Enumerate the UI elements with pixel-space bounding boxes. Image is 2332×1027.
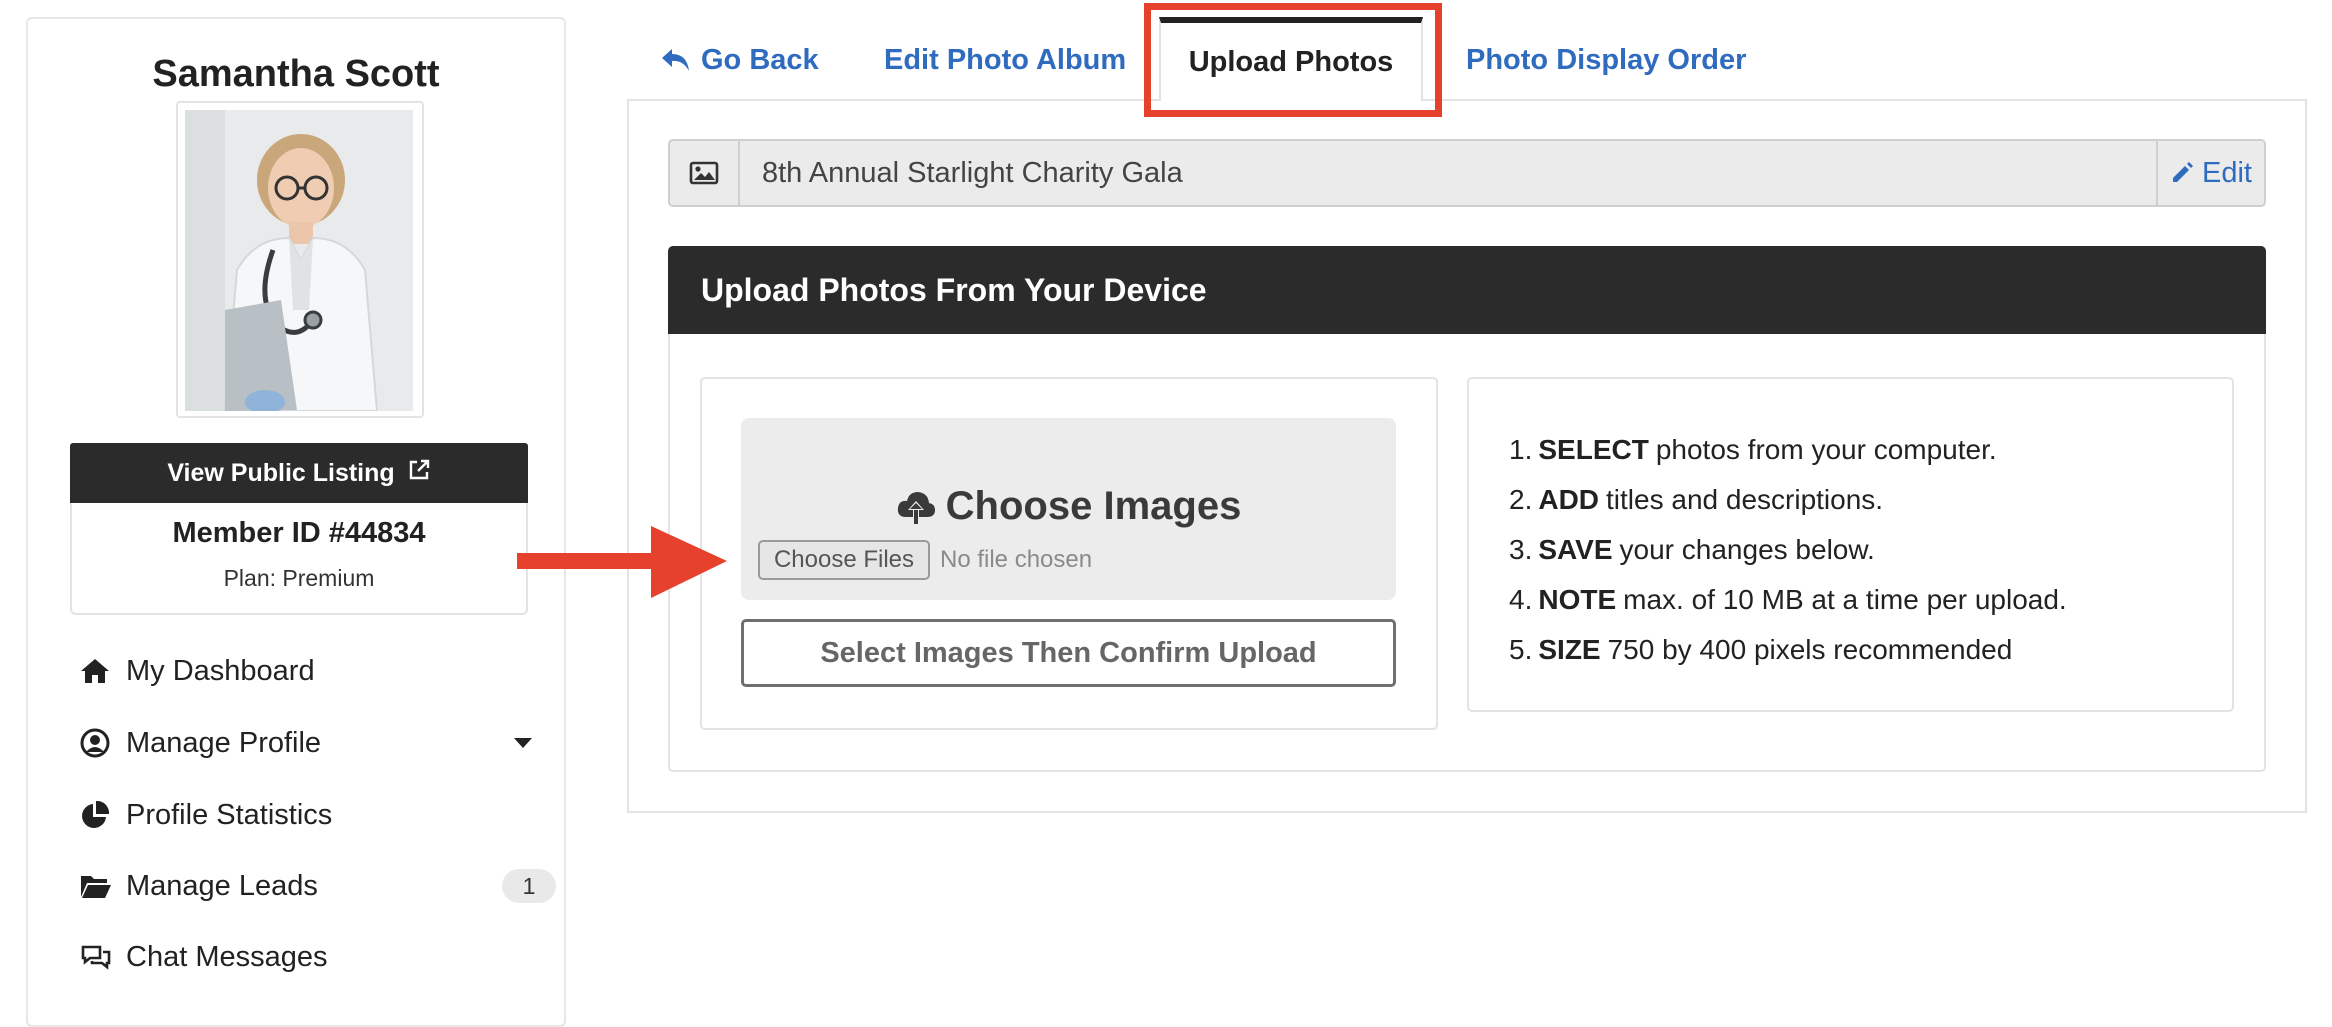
album-title: 8th Annual Starlight Charity Gala bbox=[762, 156, 1183, 189]
sidebar-item-label: Chat Messages bbox=[126, 940, 328, 973]
member-sidebar: Samantha Scott View Public Listing Membe… bbox=[26, 17, 566, 1027]
sidebar-item-manage-leads[interactable]: Manage Leads 1 bbox=[80, 859, 556, 913]
tab-go-back[interactable]: Go Back bbox=[661, 30, 819, 90]
tab-photo-display-order[interactable]: Photo Display Order bbox=[1466, 30, 1746, 90]
instruction-item: 3. SAVE your changes below. bbox=[1509, 534, 1875, 565]
home-icon bbox=[80, 657, 126, 685]
reply-arrow-icon bbox=[661, 47, 691, 73]
file-status-text: No file chosen bbox=[940, 546, 1093, 573]
image-drop-zone[interactable]: Choose Images Choose Files No file chose… bbox=[741, 418, 1396, 600]
instruction-item: 4. NOTE max. of 10 MB at a time per upload… bbox=[1509, 584, 2067, 615]
cloud-upload-icon bbox=[896, 489, 936, 525]
view-public-listing-button[interactable]: View Public Listing bbox=[70, 443, 528, 503]
edit-album-button[interactable]: Edit bbox=[2156, 141, 2264, 205]
member-id: Member ID #44834 bbox=[172, 517, 426, 549]
folder-open-icon bbox=[80, 873, 126, 899]
tab-label: Go Back bbox=[701, 43, 819, 76]
album-title-bar: 8th Annual Starlight Charity Gala Edit bbox=[668, 139, 2266, 207]
instruction-item: 5. SIZE 750 by 400 pixels recommended bbox=[1509, 634, 2013, 665]
instruction-item: 1. SELECT photos from your computer. bbox=[1509, 434, 1997, 465]
tab-edit-photo-album[interactable]: Edit Photo Album bbox=[884, 30, 1126, 90]
highlight-annotation-box bbox=[1144, 3, 1442, 117]
external-link-icon bbox=[407, 458, 431, 489]
sidebar-item-label: Profile Statistics bbox=[126, 798, 333, 831]
annotation-arrow-icon bbox=[515, 522, 730, 602]
leads-count-badge: 1 bbox=[502, 869, 556, 903]
sidebar-item-label: Manage Profile bbox=[126, 726, 322, 759]
image-icon bbox=[670, 141, 740, 205]
view-listing-label: View Public Listing bbox=[167, 458, 395, 487]
profile-photo bbox=[185, 110, 413, 411]
instructions-list: 1. SELECT photos from your computer. 2. ADD… bbox=[1509, 425, 2067, 675]
pencil-icon bbox=[2170, 161, 2194, 185]
file-input[interactable]: Choose Files No file chosen bbox=[758, 540, 1092, 580]
chat-icon bbox=[80, 943, 126, 971]
member-plan: Plan: Premium bbox=[223, 565, 375, 591]
upload-section-header: Upload Photos From Your Device bbox=[668, 246, 2266, 334]
edit-label: Edit bbox=[2202, 156, 2252, 189]
sidebar-item-chat-messages[interactable]: Chat Messages bbox=[80, 930, 556, 984]
choose-images-label: Choose Images bbox=[945, 484, 1242, 528]
chevron-down-icon[interactable] bbox=[514, 738, 532, 748]
profile-photo-frame bbox=[176, 101, 424, 418]
member-name: Samantha Scott bbox=[152, 53, 440, 95]
sidebar-item-label: Manage Leads bbox=[126, 869, 318, 902]
sidebar-item-manage-profile[interactable]: Manage Profile bbox=[80, 716, 556, 770]
pie-chart-icon bbox=[80, 800, 126, 830]
sidebar-item-label: My Dashboard bbox=[126, 654, 315, 687]
sidebar-item-dashboard[interactable]: My Dashboard bbox=[80, 644, 556, 698]
choose-files-button[interactable]: Choose Files bbox=[758, 540, 930, 580]
instructions-card: 1. SELECT photos from your computer. 2. ADD… bbox=[1467, 377, 2234, 712]
confirm-upload-button[interactable]: Select Images Then Confirm Upload bbox=[741, 619, 1396, 687]
tab-label: Edit Photo Album bbox=[884, 43, 1127, 76]
tab-label: Photo Display Order bbox=[1466, 43, 1747, 76]
user-circle-icon bbox=[80, 728, 126, 758]
instruction-item: 2. ADD titles and descriptions. bbox=[1509, 484, 1884, 515]
choose-images-title: Choose Images bbox=[741, 484, 1396, 529]
member-info-card: Member ID #44834 Plan: Premium bbox=[70, 503, 528, 615]
sidebar-item-profile-statistics[interactable]: Profile Statistics bbox=[80, 788, 556, 842]
